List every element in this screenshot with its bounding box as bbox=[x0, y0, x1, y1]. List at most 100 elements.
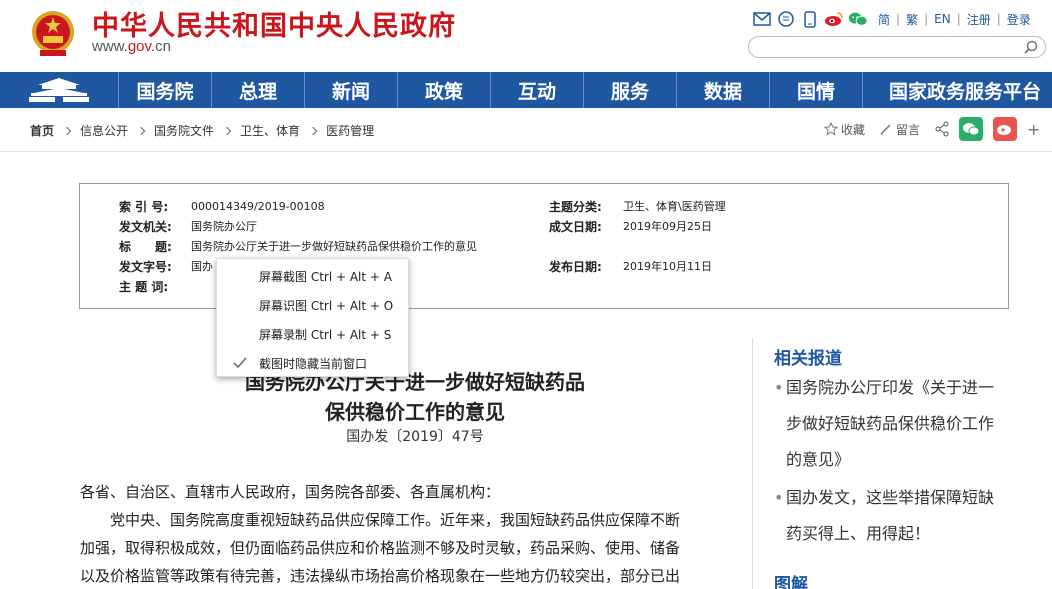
info-row-issuer: 发文机关: 国务院办公厅 bbox=[119, 218, 257, 234]
nav-item-premier[interactable]: 总理 bbox=[211, 72, 304, 108]
related-item-line[interactable]: 国务院办公厅印发《关于进一 bbox=[774, 370, 1004, 406]
more-share-button[interactable]: + bbox=[1027, 120, 1040, 139]
header-tools: 简 | 繁 | EN | 注册 | 登录 bbox=[752, 8, 1037, 30]
menu-item-hide-window[interactable]: 截图时隐藏当前窗口 bbox=[217, 349, 410, 378]
wechat-icon bbox=[963, 123, 980, 136]
related-item[interactable]: • 国办发文，这些举措保障短缺 药买得上、用得起！ bbox=[774, 480, 1004, 552]
nav-item-interaction[interactable]: 互动 bbox=[490, 72, 583, 108]
issuer-value: 国务院办公厅 bbox=[191, 220, 257, 233]
sidebar-divider bbox=[752, 338, 753, 589]
star-icon bbox=[824, 122, 838, 136]
register-link[interactable]: 注册 bbox=[961, 11, 997, 28]
index-label: 索 引 号: bbox=[119, 199, 169, 214]
article-title-line1: 国务院办公厅关于进一步做好短缺药品 bbox=[245, 370, 585, 394]
related-item-line[interactable]: 的意见》 bbox=[774, 442, 1004, 478]
search-input[interactable] bbox=[759, 39, 1014, 55]
favorite-label: 收藏 bbox=[841, 122, 866, 137]
mail-icon[interactable] bbox=[752, 9, 772, 29]
info-row-topic: 主题分类: 卫生、体育\医药管理 bbox=[549, 198, 726, 214]
pubdate-value: 2019年10月11日 bbox=[623, 260, 712, 273]
topic-label: 主题分类: bbox=[549, 199, 602, 214]
menu-item-label: 截图时隐藏当前窗口 bbox=[259, 357, 368, 371]
share-icon bbox=[935, 121, 949, 137]
docno-value: 国办 bbox=[191, 260, 213, 273]
nav-item-national-info[interactable]: 国情 bbox=[769, 72, 862, 108]
mobile-icon[interactable] bbox=[800, 9, 820, 29]
nav-item-state-council[interactable]: 国务院 bbox=[118, 72, 211, 108]
comment-label: 留言 bbox=[896, 122, 921, 137]
nav-item-policy[interactable]: 政策 bbox=[397, 72, 490, 108]
site-header: 中华人民共和国中央人民政府 www.gov.cn 简 | 繁 | EN | 注册… bbox=[0, 0, 1052, 72]
search-icon[interactable] bbox=[1023, 39, 1039, 55]
weibo-icon[interactable] bbox=[824, 9, 844, 29]
breadcrumb-info-public[interactable]: 信息公开 bbox=[80, 122, 128, 139]
keywords-label: 主 题 词: bbox=[119, 279, 169, 294]
chevron-right-icon bbox=[62, 126, 72, 135]
domain-prefix: www. bbox=[92, 38, 128, 55]
info-row-date: 成文日期: 2019年09月25日 bbox=[549, 218, 712, 234]
menu-item-screen-record[interactable]: 屏幕录制 Ctrl + Alt + S bbox=[217, 320, 410, 349]
nav-home[interactable] bbox=[0, 72, 118, 108]
tiananmen-icon bbox=[29, 78, 89, 102]
weibo-icon bbox=[997, 125, 1012, 135]
favorite-button[interactable]: 收藏 bbox=[824, 121, 865, 138]
issuer-label: 发文机关: bbox=[119, 219, 172, 234]
screenshot-context-menu: 屏幕截图 Ctrl + Alt + A 屏幕识图 Ctrl + Alt + O … bbox=[216, 258, 409, 377]
share-bar: 收藏 留言 + bbox=[824, 116, 1040, 142]
domain-suffix: .cn bbox=[150, 38, 171, 55]
checkmark-icon bbox=[233, 357, 247, 369]
main-nav: 国务院 总理 新闻 政策 互动 服务 数据 国情 国家政务服务平台 bbox=[0, 72, 1052, 108]
breadcrumb-health-sports[interactable]: 卫生、体育 bbox=[240, 122, 300, 139]
english-link[interactable]: EN bbox=[928, 12, 957, 26]
domain-main: gov bbox=[127, 38, 151, 55]
related-item-line[interactable]: 药买得上、用得起！ bbox=[774, 516, 1004, 552]
nav-item-services[interactable]: 服务 bbox=[583, 72, 676, 108]
bullet: • bbox=[774, 378, 784, 397]
menu-item-screenshot[interactable]: 屏幕截图 Ctrl + Alt + A bbox=[217, 262, 410, 291]
breadcrumb: 首页 信息公开 国务院文件 卫生、体育 医药管理 bbox=[30, 122, 374, 139]
article-paragraph-line: 党中央、国务院高度重视短缺药品供应保障工作。近年来，我国短缺药品供应保障不断 bbox=[80, 511, 681, 529]
info-row-title: 标 题: 国务院办公厅关于进一步做好短缺药品保供稳价工作的意见 bbox=[119, 238, 477, 254]
weibo-share-button[interactable] bbox=[993, 117, 1018, 141]
pencil-icon bbox=[880, 124, 891, 135]
related-item[interactable]: • 国务院办公厅印发《关于进一 步做好短缺药品保供稳价工作 的意见》 bbox=[774, 370, 1004, 478]
share-button[interactable] bbox=[934, 121, 953, 137]
docno-label: 发文字号: bbox=[119, 259, 172, 274]
login-link[interactable]: 登录 bbox=[1001, 11, 1037, 28]
pubdate-label: 发布日期: bbox=[549, 259, 602, 274]
chevron-right-icon bbox=[136, 126, 146, 135]
breadcrumb-home[interactable]: 首页 bbox=[30, 122, 54, 139]
nav-item-data[interactable]: 数据 bbox=[676, 72, 769, 108]
wechat-share-button[interactable] bbox=[959, 117, 984, 141]
info-row-index: 索 引 号: 000014349/2019-00108 bbox=[119, 198, 325, 214]
related-item-line[interactable]: 步做好短缺药品保供稳价工作 bbox=[774, 406, 1004, 442]
article-title-line2: 保供稳价工作的意见 bbox=[325, 400, 505, 424]
date-label: 成文日期: bbox=[549, 219, 602, 234]
info-row-pubdate: 发布日期: 2019年10月11日 bbox=[549, 258, 712, 274]
date-value: 2019年09月25日 bbox=[623, 220, 712, 233]
site-domain: www.gov.cn bbox=[92, 38, 171, 55]
national-emblem-logo[interactable] bbox=[30, 8, 76, 58]
info-row-keywords: 主 题 词: bbox=[119, 278, 191, 294]
breadcrumb-state-docs[interactable]: 国务院文件 bbox=[154, 122, 214, 139]
search-box bbox=[748, 36, 1046, 58]
wechat-icon[interactable] bbox=[848, 9, 868, 29]
related-reports-heading: 相关报道 bbox=[774, 349, 842, 369]
chevron-right-icon bbox=[222, 126, 232, 135]
article-paragraph-line: 以及价格监管等政策有待完善，违法操纵市场抬高价格现象在一些地方仍较突出，部分已出 bbox=[80, 567, 681, 585]
message-icon[interactable] bbox=[776, 9, 796, 29]
article-doc-number: 国办发〔2019〕47号 bbox=[346, 429, 484, 445]
simplified-link[interactable]: 简 bbox=[872, 11, 896, 28]
related-item-line[interactable]: 国办发文，这些举措保障短缺 bbox=[774, 480, 1004, 516]
traditional-link[interactable]: 繁 bbox=[900, 11, 924, 28]
breadcrumb-medicine[interactable]: 医药管理 bbox=[326, 122, 374, 139]
comment-button[interactable]: 留言 bbox=[879, 121, 920, 138]
nav-item-news[interactable]: 新闻 bbox=[304, 72, 397, 108]
title-label: 标 题: bbox=[119, 239, 172, 254]
menu-item-image-recognition[interactable]: 屏幕识图 Ctrl + Alt + O bbox=[217, 291, 410, 320]
nav-item-gov-service-platform[interactable]: 国家政务服务平台 bbox=[862, 72, 1042, 108]
bullet: • bbox=[774, 488, 784, 507]
chevron-right-icon bbox=[308, 126, 318, 135]
index-value: 000014349/2019-00108 bbox=[191, 199, 325, 213]
article-salutation: 各省、自治区、直辖市人民政府，国务院各部委、各直属机构： bbox=[80, 483, 501, 501]
